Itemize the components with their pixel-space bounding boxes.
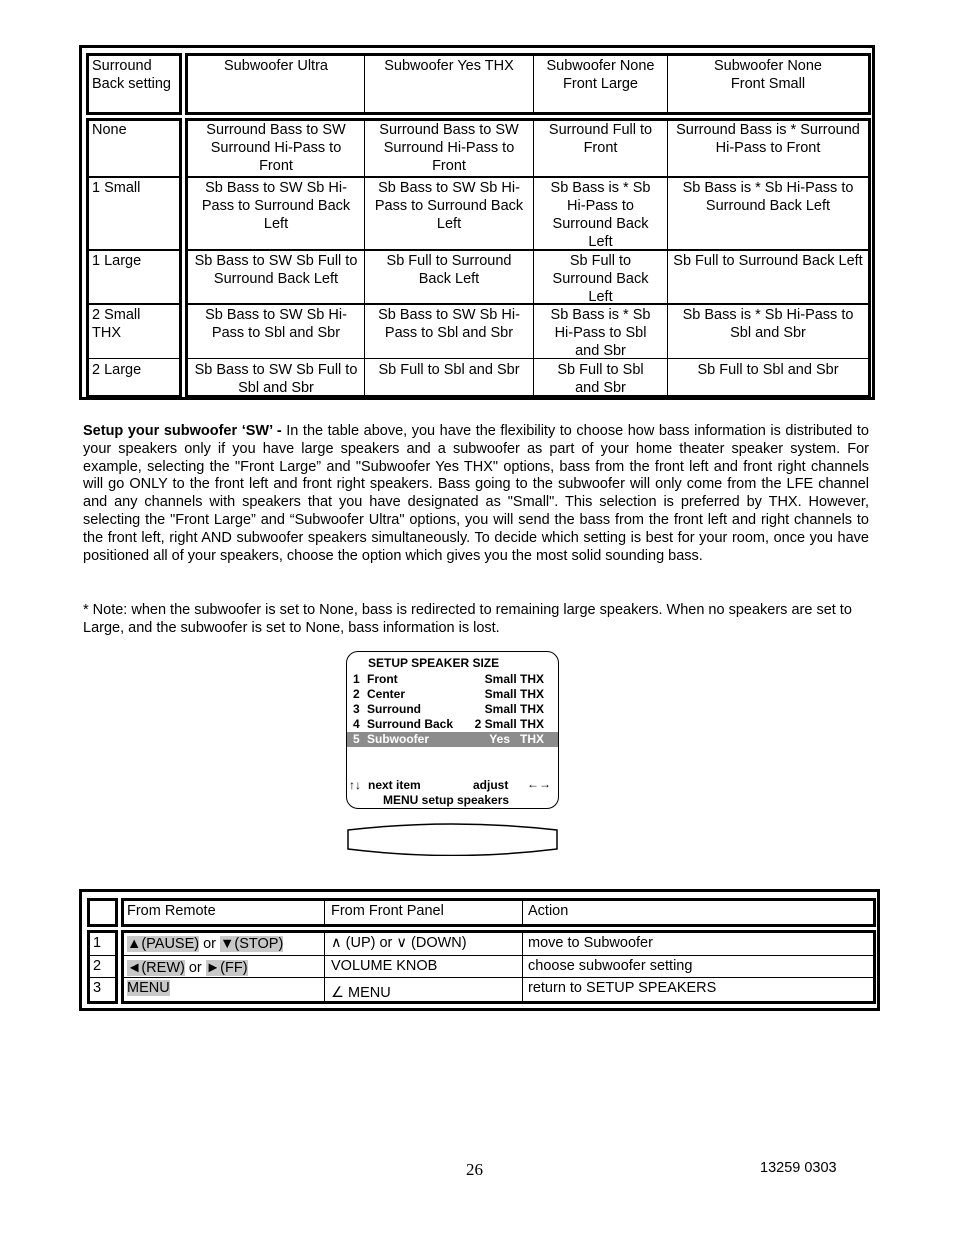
display-title: SETUP SPEAKER SIZE <box>368 656 500 670</box>
setup-subwoofer-text: In the table above, you have the flexibi… <box>83 423 869 564</box>
table-cell: Surround Bass is * Surround Hi-Pass to F… <box>676 122 860 156</box>
table-cell: Sb Full to Sbl and Sbr <box>697 362 839 378</box>
menu-item-num: 2 <box>353 687 360 701</box>
header-box <box>121 898 876 927</box>
table-cell: Surround Bass to SW Surround Hi-Pass to … <box>206 122 346 174</box>
step-number: 2 <box>93 958 102 974</box>
menu-item[interactable]: 4 Surround Back 2 Small THX <box>347 717 558 732</box>
table-cell: Sb Full to Surround Back Left <box>552 253 649 305</box>
menu-item-label: Center <box>367 687 406 701</box>
table-cell: Sb Bass to SW Sb Hi-Pass to Surround Bac… <box>374 180 524 232</box>
table-cell: Sb Bass to SW Sb Hi-Pass to Sbl and Sbr <box>378 307 520 341</box>
left-right-arrows-icon: ←→ <box>527 777 551 791</box>
table-cell: Sb Full to Surround Back Left <box>673 253 863 269</box>
menu-item-value: 2 Small THX <box>474 717 544 731</box>
table-cell: Sb Bass is * Sb Hi-Pass to Surround Back… <box>682 180 854 214</box>
header-action: Action <box>528 903 569 919</box>
menu-item-label: Subwoofer <box>367 732 429 746</box>
remote-button[interactable]: ◄(REW) <box>127 960 185 976</box>
header-from-front-panel: From Front Panel <box>331 903 444 919</box>
table-cell: Sb Bass is * Sb Hi-Pass to Sbl and Sbr <box>682 307 854 341</box>
column-header: Subwoofer Ultra <box>224 58 328 74</box>
setup-subwoofer-heading: Setup your subwoofer ‘SW’ - <box>83 423 282 439</box>
header-from-remote: From Remote <box>127 903 216 919</box>
menu-item-num: 4 <box>353 717 360 731</box>
table-cell: Surround Bass to SW Surround Hi-Pass to … <box>379 122 519 174</box>
column-header: Subwoofer None Front Small <box>713 58 822 92</box>
or-text: or <box>184 960 206 976</box>
action-description: move to Subwoofer <box>528 935 653 951</box>
menu-item-value: Small THX <box>484 702 544 716</box>
menu-item-num: 3 <box>353 702 360 716</box>
menu-item-value: Small THX <box>484 687 544 701</box>
row-label-header: Surround Back setting <box>92 58 171 92</box>
table-cell: Sb Full to Sbl and Sbr <box>378 362 520 378</box>
row-label: 1 Small <box>92 180 141 196</box>
front-panel-control: ∧ (UP) or ∨ (DOWN) <box>331 935 467 951</box>
adjust-hint: adjust <box>473 778 509 792</box>
table-cell: Surround Full to Front <box>548 122 653 156</box>
menu-item-label: Front <box>367 672 398 686</box>
front-panel-control: ∠ MENU <box>331 985 391 1001</box>
menu-item-num: 5 <box>353 732 360 746</box>
action-description: return to SETUP SPEAKERS <box>528 980 717 996</box>
menu-item[interactable]: 2 Center Small THX <box>347 687 558 702</box>
front-panel-control: VOLUME KNOB <box>331 958 438 974</box>
menu-item-value: Small THX <box>484 672 544 686</box>
setup-subwoofer-paragraph: Setup your subwoofer ‘SW’ - In the table… <box>83 423 869 565</box>
table-cell: Sb Bass is * Sb Hi-Pass to Surround Back… <box>550 180 651 250</box>
column-header: Subwoofer Yes THX <box>384 58 514 74</box>
remote-buttons: MENU <box>127 979 170 997</box>
next-item-hint: next item <box>368 778 421 792</box>
column-header: Subwoofer None Front Large <box>546 58 655 92</box>
remote-button[interactable]: ▲(PAUSE) <box>127 936 200 952</box>
note-paragraph: * Note: when the subwoofer is set to Non… <box>83 602 852 636</box>
or-text: or <box>199 936 221 952</box>
menu-item-value: Yes THX <box>489 732 544 746</box>
table-cell: Sb Bass to SW Sb Full to Sbl and Sbr <box>194 362 358 396</box>
bass-routing-table: Surround Back setting Subwoofer Ultra Su… <box>79 45 875 400</box>
step-number: 3 <box>93 980 102 996</box>
remote-button[interactable]: ▼(STOP) <box>220 936 284 952</box>
menu-hint: MENU setup speakers <box>383 793 510 807</box>
table-cell: Sb Full to Sbl and Sbr <box>557 362 644 396</box>
remote-button[interactable]: MENU <box>127 980 170 996</box>
row-label: None <box>92 122 127 138</box>
page-number: 26 <box>466 1160 483 1179</box>
table-cell: Sb Full to Surround Back Left <box>386 253 512 287</box>
action-table: From Remote From Front Panel Action 1 ▲(P… <box>79 889 880 1011</box>
menu-item-num: 1 <box>353 672 360 686</box>
menu-item[interactable]: 1 Front Small THX <box>347 672 558 687</box>
document-code: 13259 0303 <box>760 1160 837 1176</box>
table-cell: Sb Bass is * Sb Hi-Pass to Sbl and Sbr <box>550 307 651 359</box>
up-down-arrows-icon: ↑↓ <box>349 778 361 792</box>
remote-buttons: ▲(PAUSE) or ▼(STOP) <box>127 935 284 953</box>
remote-buttons: ◄(REW) or ►(FF) <box>127 959 248 977</box>
menu-item-label: Surround Back <box>367 717 454 731</box>
menu-item[interactable]: 3 Surround Small THX <box>347 702 558 717</box>
remote-button[interactable]: ►(FF) <box>205 960 248 976</box>
display-lens-shape <box>347 823 558 856</box>
menu-item-selected[interactable]: 5 Subwoofer Yes THX <box>347 732 558 747</box>
table-cell: Sb Bass to SW Sb Hi-Pass to Sbl and Sbr <box>205 307 347 341</box>
num-header-box <box>87 898 118 927</box>
num-body-box <box>87 930 118 1004</box>
action-description: choose subwoofer setting <box>528 958 693 974</box>
table-cell: Sb Bass to SW Sb Hi-Pass to Surround Bac… <box>201 180 351 232</box>
menu-item-label: Surround <box>367 702 421 716</box>
row-label: 1 Large <box>92 253 142 269</box>
table-cell: Sb Bass to SW Sb Full to Surround Back L… <box>194 253 358 287</box>
row-label: 2 Large <box>92 362 142 378</box>
row-label: 2 Small THX <box>92 307 141 341</box>
setup-speaker-size-display: SETUP SPEAKER SIZE 1 Front Small THX 2 Cente… <box>346 651 559 809</box>
step-number: 1 <box>93 935 102 951</box>
